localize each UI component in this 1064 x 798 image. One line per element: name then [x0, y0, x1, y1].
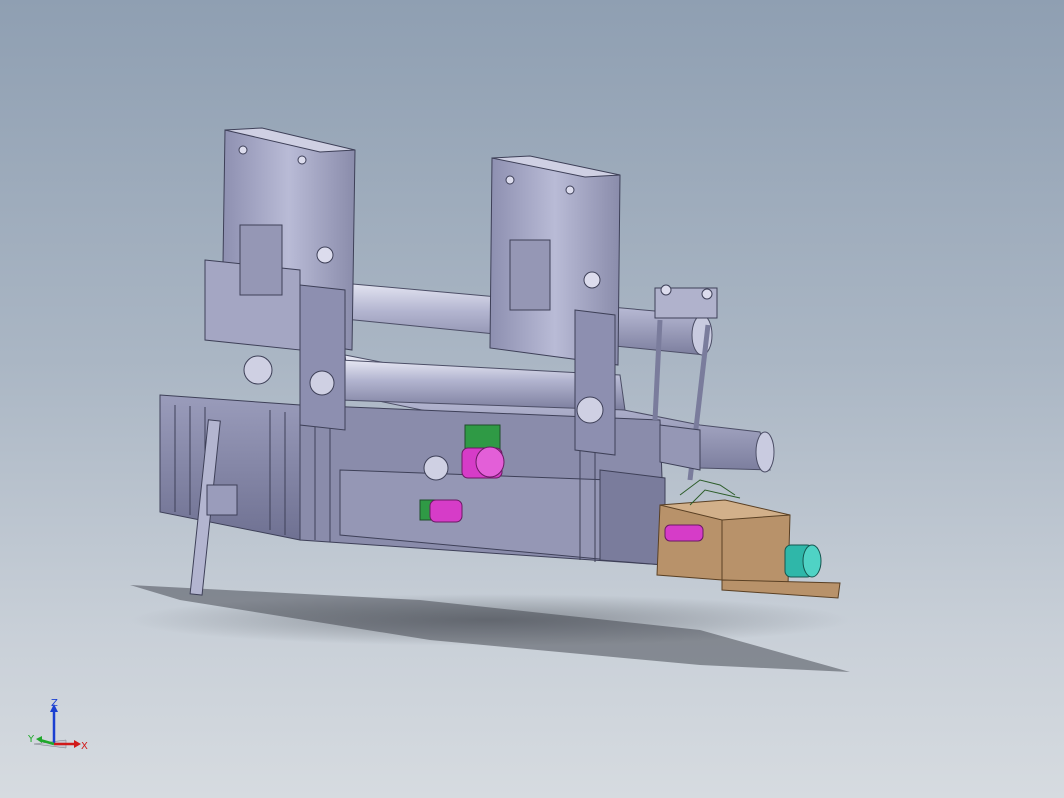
y-axis-label: Y — [27, 734, 35, 745]
x-axis-label: X — [81, 741, 88, 752]
hydraulic-station[interactable] — [656, 479, 841, 599]
machine-model[interactable] — [0, 0, 1064, 798]
cad-viewport[interactable]: Z X Y — [0, 0, 1064, 798]
floor-shadow-soft — [130, 594, 850, 646]
pump-motor[interactable] — [784, 544, 822, 578]
y-arrow-icon — [36, 736, 42, 743]
drive-motor-lower[interactable] — [419, 499, 463, 523]
lower-roll-end — [659, 424, 701, 471]
z-axis-label: Z — [51, 698, 58, 709]
orientation-triad[interactable]: Z X Y — [24, 696, 94, 766]
x-arrow-icon — [74, 740, 81, 748]
left-housing-tower[interactable] — [204, 127, 356, 431]
